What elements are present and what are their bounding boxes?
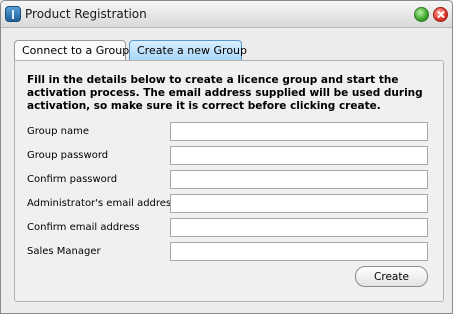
- confirm-password-label: Confirm password: [27, 174, 118, 185]
- sales-manager-label: Sales Manager: [27, 246, 101, 257]
- sales-manager-input[interactable]: [170, 242, 428, 261]
- create-button[interactable]: Create: [355, 266, 428, 287]
- close-icon[interactable]: [433, 7, 448, 22]
- admin-email-label: Administrator's email address: [27, 198, 177, 209]
- app-icon: [5, 6, 21, 22]
- title-bar[interactable]: Product Registration: [1, 1, 452, 28]
- tab-create-new-group[interactable]: Create a new Group: [129, 40, 247, 61]
- maximize-icon[interactable]: [414, 7, 429, 22]
- group-password-label: Group password: [27, 150, 109, 161]
- instructions-text: Fill in the details below to create a li…: [27, 74, 423, 112]
- admin-email-input[interactable]: [170, 194, 428, 213]
- confirm-email-input[interactable]: [170, 218, 428, 237]
- product-registration-window: Product Registration Connect to a Group …: [0, 0, 453, 314]
- confirm-email-label: Confirm email address: [27, 222, 140, 233]
- create-group-panel: Fill in the details below to create a li…: [14, 60, 444, 302]
- tab-connect-to-group[interactable]: Connect to a Group: [14, 40, 129, 61]
- confirm-password-input[interactable]: [170, 170, 428, 189]
- group-name-label: Group name: [27, 126, 89, 137]
- window-title: Product Registration: [25, 7, 147, 21]
- group-name-input[interactable]: [170, 122, 428, 141]
- group-password-input[interactable]: [170, 146, 428, 165]
